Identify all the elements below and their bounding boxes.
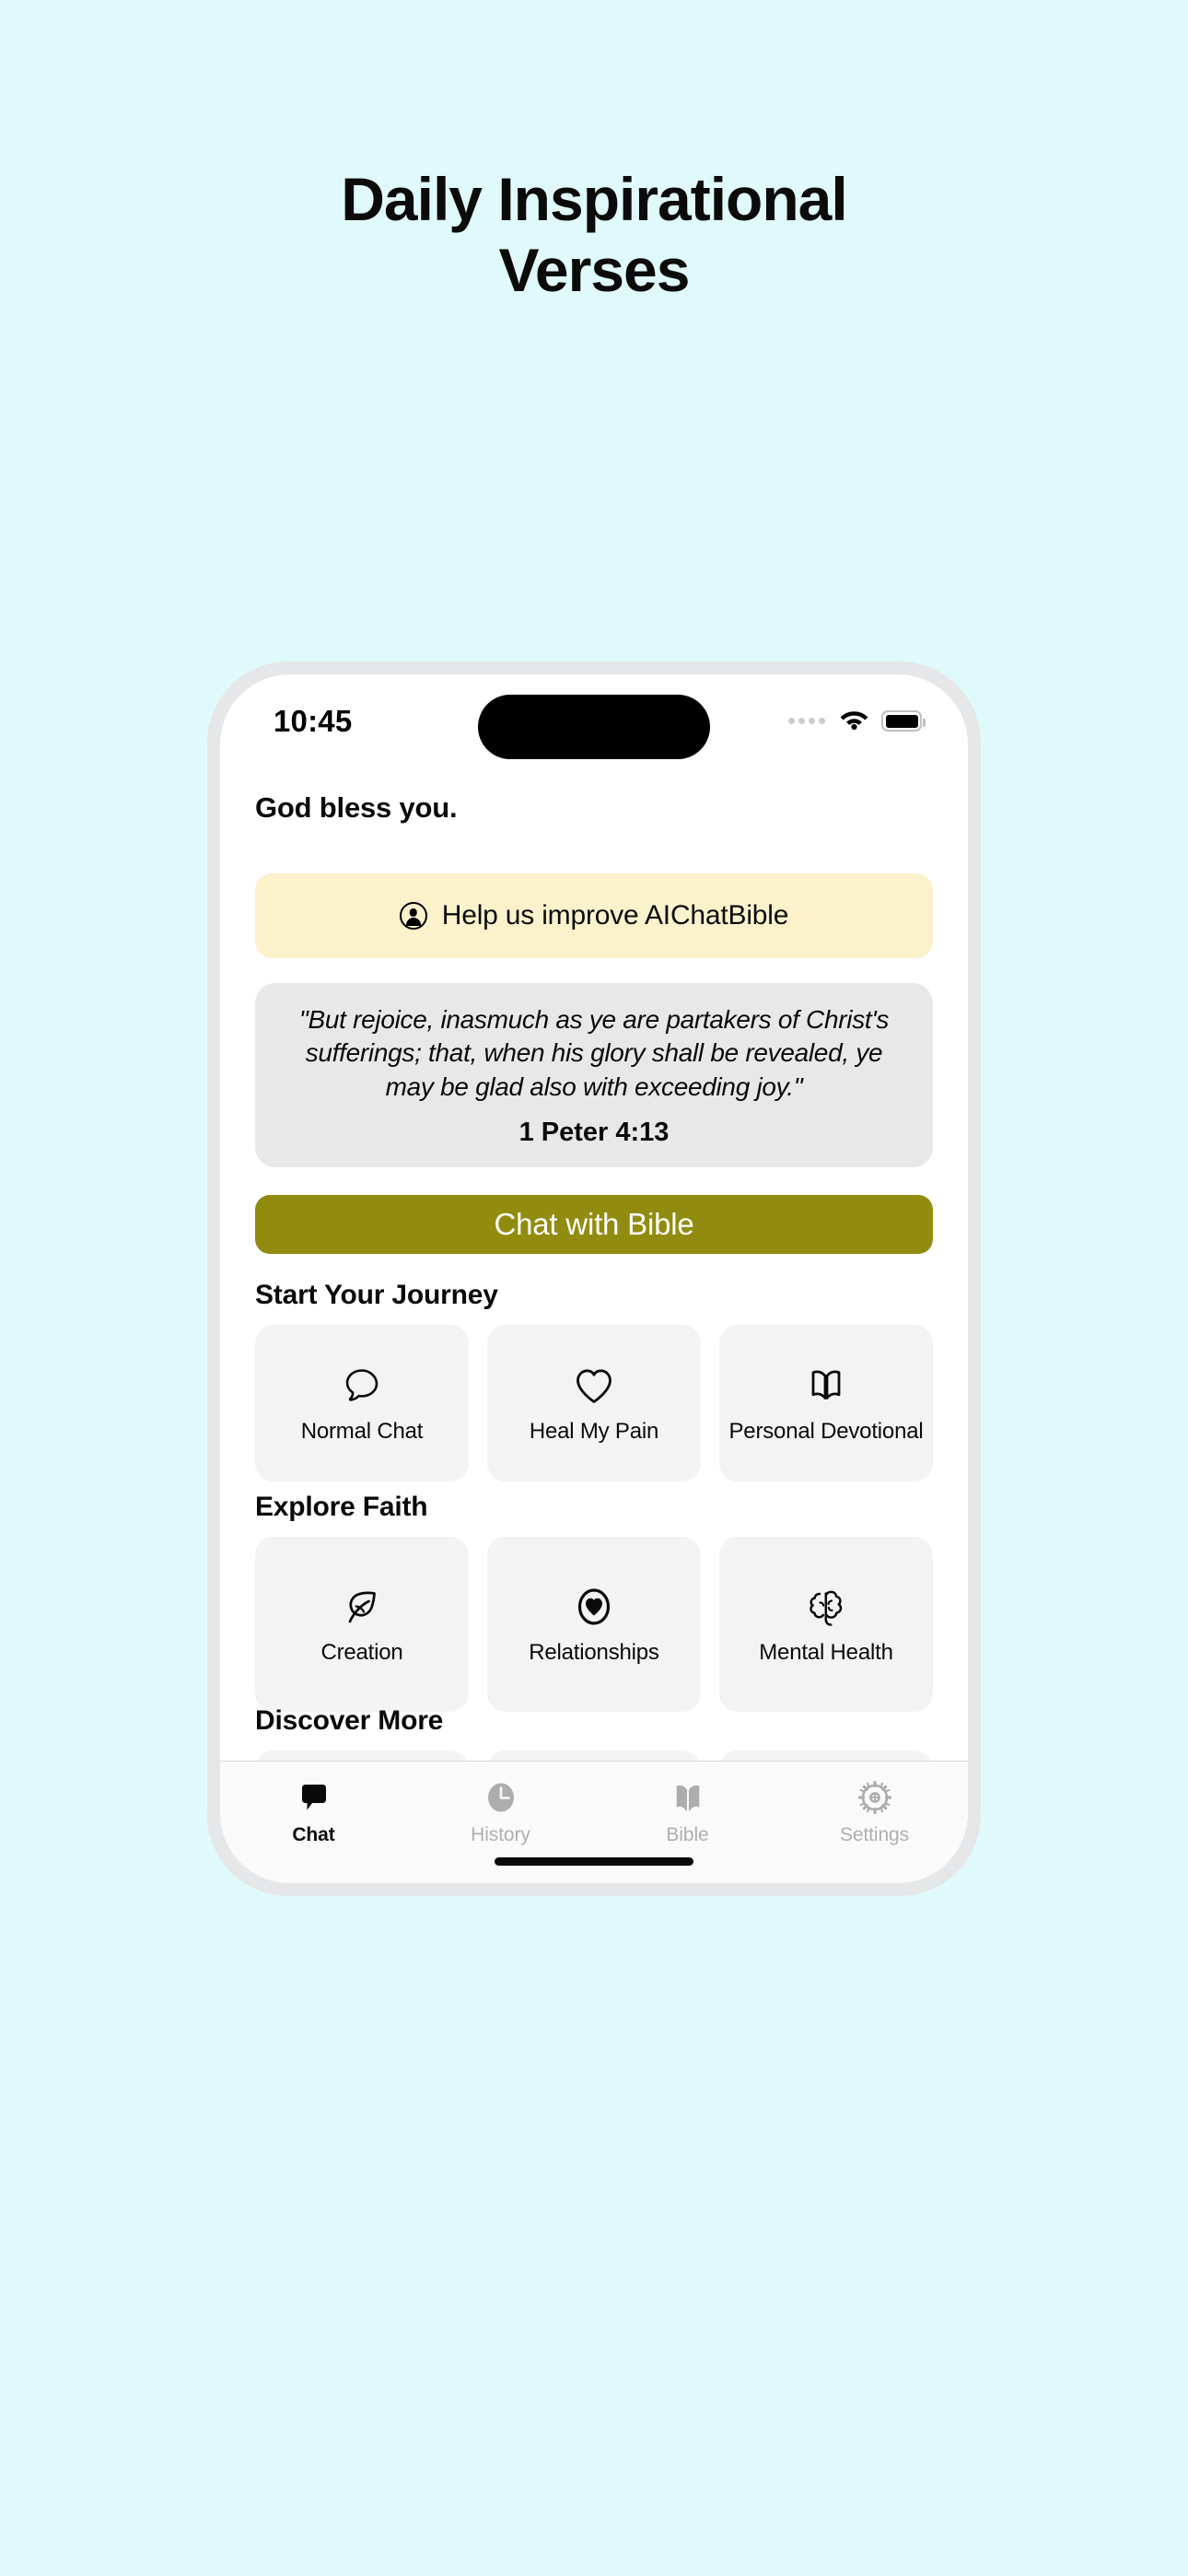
speech-bubble-icon bbox=[341, 1362, 383, 1410]
tile-label: Relationships bbox=[529, 1639, 659, 1665]
tile-mental-health[interactable]: Mental Health bbox=[719, 1537, 933, 1712]
battery-icon bbox=[881, 710, 926, 732]
tile-discover-3[interactable] bbox=[719, 1751, 933, 1761]
section-title-discover-more: Discover More bbox=[255, 1705, 444, 1736]
heart-in-circle-icon bbox=[573, 1583, 615, 1631]
tile-normal-chat[interactable]: Normal Chat bbox=[255, 1325, 469, 1481]
section-title-start-your-journey: Start Your Journey bbox=[255, 1280, 498, 1310]
tab-bible[interactable]: Bible bbox=[594, 1778, 781, 1846]
phone-frame: 10:45 God bless you. Help us improve AIC… bbox=[207, 662, 981, 1896]
book-filled-icon bbox=[669, 1778, 707, 1817]
app-content: God bless you. Help us improve AIChatBib… bbox=[220, 770, 968, 1761]
tab-label: History bbox=[471, 1824, 530, 1845]
gear-icon bbox=[856, 1778, 894, 1817]
open-book-icon bbox=[804, 1362, 848, 1410]
leaf-icon bbox=[341, 1583, 383, 1631]
improve-banner[interactable]: Help us improve AIChatBible bbox=[255, 873, 933, 958]
brain-icon bbox=[804, 1583, 848, 1631]
person-circle-icon bbox=[399, 902, 427, 930]
status-bar: 10:45 bbox=[220, 674, 968, 770]
phone-screen: 10:45 God bless you. Help us improve AIC… bbox=[220, 674, 968, 1883]
section-row-start-your-journey: Normal Chat Heal My Pain Personal Devoti… bbox=[255, 1325, 968, 1481]
section-title-explore-faith: Explore Faith bbox=[255, 1492, 428, 1522]
phone-mockup: 10:45 God bless you. Help us improve AIC… bbox=[207, 662, 981, 1896]
chat-with-bible-label: Chat with Bible bbox=[494, 1207, 694, 1241]
page-title: Daily Inspirational Verses bbox=[0, 164, 1188, 306]
tile-discover-2[interactable] bbox=[487, 1751, 701, 1761]
tile-label: Mental Health bbox=[759, 1639, 893, 1665]
section-row-discover-more bbox=[255, 1751, 968, 1761]
page-title-line-1: Daily Inspirational bbox=[341, 165, 847, 233]
tile-label: Personal Devotional bbox=[728, 1418, 924, 1444]
home-indicator bbox=[495, 1857, 693, 1866]
tab-label: Chat bbox=[292, 1824, 335, 1845]
heart-outline-icon bbox=[573, 1362, 615, 1410]
section-row-explore-faith: Creation Relationships Mental Health bbox=[255, 1537, 968, 1712]
tab-history[interactable]: History bbox=[407, 1778, 594, 1846]
greeting-text: God bless you. bbox=[255, 791, 458, 824]
status-bar-indicators bbox=[788, 708, 926, 734]
tile-label: Heal My Pain bbox=[529, 1418, 659, 1444]
chat-bubble-filled-icon bbox=[296, 1778, 332, 1817]
verse-card: "But rejoice, inasmuch as ye are partake… bbox=[255, 983, 933, 1167]
tile-personal-devotional[interactable]: Personal Devotional bbox=[719, 1325, 933, 1481]
tile-label: Creation bbox=[320, 1639, 403, 1665]
chat-with-bible-button[interactable]: Chat with Bible bbox=[255, 1195, 933, 1254]
page-title-line-2: Verses bbox=[498, 236, 691, 305]
tile-label: Normal Chat bbox=[300, 1418, 424, 1444]
tile-heal-my-pain[interactable]: Heal My Pain bbox=[487, 1325, 701, 1481]
tab-settings[interactable]: Settings bbox=[781, 1778, 968, 1846]
clock-icon bbox=[483, 1778, 519, 1817]
tile-creation[interactable]: Creation bbox=[255, 1537, 469, 1712]
wifi-icon bbox=[839, 708, 869, 734]
tab-chat[interactable]: Chat bbox=[220, 1778, 407, 1846]
dynamic-island bbox=[478, 695, 710, 759]
improve-banner-label: Help us improve AIChatBible bbox=[441, 900, 789, 931]
tab-label: Settings bbox=[839, 1824, 910, 1845]
tile-discover-1[interactable] bbox=[255, 1751, 469, 1761]
status-bar-time: 10:45 bbox=[274, 704, 353, 738]
signal-dots-icon bbox=[788, 718, 825, 724]
verse-reference: 1 Peter 4:13 bbox=[518, 1118, 670, 1148]
verse-text: "But rejoice, inasmuch as ye are partake… bbox=[298, 1005, 890, 1101]
tile-relationships[interactable]: Relationships bbox=[487, 1537, 701, 1712]
tab-label: Bible bbox=[666, 1824, 709, 1845]
